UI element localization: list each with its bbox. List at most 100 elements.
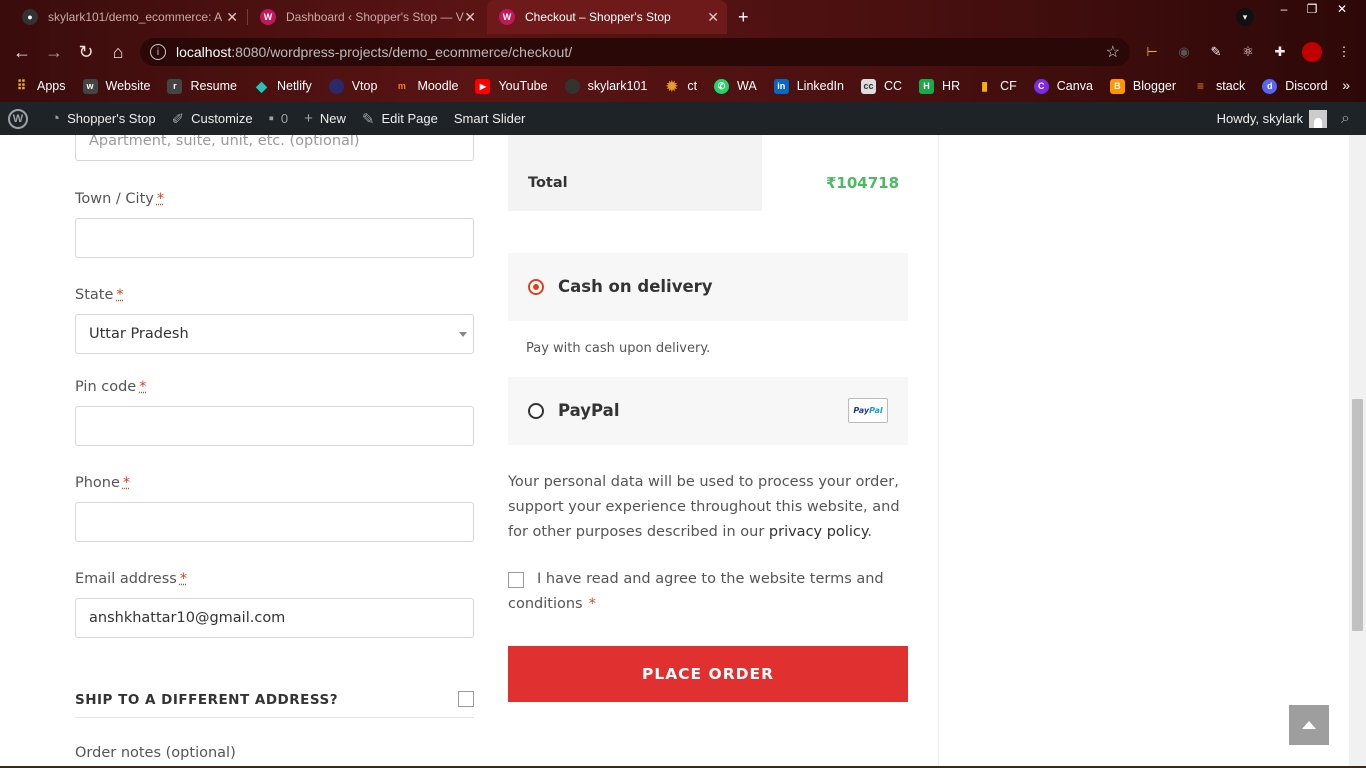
bookmarks-overflow-icon[interactable]: » (1342, 77, 1350, 93)
ship-different-heading[interactable]: SHIP TO A DIFFERENT ADDRESS? (75, 692, 338, 708)
user-avatar[interactable] (1309, 109, 1328, 128)
profile-avatar[interactable] (1302, 42, 1322, 62)
apartment-input[interactable]: Apartment, suite, unit, etc. (optional) (75, 135, 474, 161)
wp-edit-page[interactable]: ✎ Edit Page (362, 110, 438, 128)
site-info-icon[interactable]: i (150, 44, 166, 60)
browser-menu-icon[interactable]: ⋮ (1334, 42, 1354, 62)
wp-admin-bar: W ◔ Shopper's Stop ✐ Customize ▪ 0 + New ✎ Ed… (0, 102, 1366, 135)
bookmark-hr[interactable]: H HR (919, 78, 960, 94)
state-label: State * (75, 287, 124, 303)
extension-icon[interactable]: ✎ (1206, 42, 1226, 62)
wordpress-icon: W (260, 9, 276, 25)
toolbar: ← → ↻ ⌂ i localhost:8080/wordpress-proje… (0, 34, 1366, 70)
terms-label[interactable]: I have read and agree to the website ter… (508, 567, 908, 617)
bookmark-star-icon[interactable]: ☆ (1106, 42, 1120, 62)
netlify-icon: ◆ (256, 77, 267, 94)
privacy-policy-link[interactable]: privacy policy (769, 524, 867, 540)
bookmark-resume[interactable]: r Resume (167, 78, 237, 94)
browser-tab-checkout[interactable]: W Checkout – Shopper's Stop ✕ (487, 0, 727, 34)
paypal-logo-icon: Pay Pal (848, 398, 888, 423)
bookmark-ct[interactable]: ✹ ct (664, 78, 697, 94)
scrollbar-thumb[interactable] (1352, 399, 1363, 631)
extension-icon[interactable]: ⊢ (1142, 42, 1162, 62)
cod-radio[interactable] (528, 279, 544, 295)
website-icon: w (82, 78, 98, 94)
wp-customize[interactable]: ✐ Customize (172, 110, 253, 128)
howdy-user[interactable]: Howdy, skylark (1217, 111, 1303, 126)
state-select[interactable]: Uttar Pradesh (75, 314, 474, 354)
react-devtools-icon[interactable]: ⚛ (1238, 42, 1258, 62)
tab-title: Checkout – Shopper's Stop (525, 10, 671, 24)
bookmark-moodle[interactable]: m Moodle (394, 79, 459, 94)
url-text: localhost:8080/wordpress-projects/demo_e… (176, 44, 573, 60)
bookmark-netlify[interactable]: ◆ Netlify (254, 77, 312, 94)
payment-option-cod[interactable]: Cash on delivery (508, 253, 908, 321)
whatsapp-icon: ✆ (714, 78, 730, 94)
bookmark-blogger[interactable]: B Blogger (1109, 78, 1176, 94)
close-window-button[interactable]: ✕ (1326, 0, 1358, 18)
back-icon[interactable]: ← (10, 40, 34, 64)
hackerrank-icon: H (919, 78, 935, 94)
new-tab-button[interactable]: + (728, 0, 760, 34)
bookmark-stack[interactable]: ≡ stack (1193, 79, 1245, 94)
wp-smart-slider[interactable]: Smart Slider (454, 111, 526, 126)
bookmark-cf[interactable]: ▮ CF (977, 79, 1016, 94)
stackoverflow-icon: ≡ (1197, 79, 1205, 93)
extensions-puzzle-icon[interactable]: ✚ (1270, 42, 1290, 62)
github-icon: ● (22, 9, 38, 25)
order-total-row (508, 135, 762, 211)
paypal-radio[interactable] (528, 403, 544, 419)
town-city-input[interactable] (75, 218, 474, 258)
phone-input[interactable] (75, 502, 474, 542)
reload-icon[interactable]: ↻ (74, 40, 98, 64)
codeforces-icon: ▮ (981, 79, 988, 93)
bookmark-website[interactable]: w Website (82, 78, 150, 94)
profile-menu-icon[interactable]: ▾ (1236, 8, 1254, 26)
arrow-up-icon (1302, 721, 1316, 729)
email-input[interactable]: anshkhattar10@gmail.com (75, 598, 474, 638)
bookmark-canva[interactable]: C Canva (1033, 78, 1093, 94)
paypal-label: PayPal (558, 401, 620, 420)
comment-icon: ▪ (268, 110, 274, 127)
pin-code-input[interactable] (75, 406, 474, 446)
bookmark-skylark101[interactable]: skylark101 (564, 78, 647, 94)
ship-different-checkbox[interactable] (458, 691, 474, 707)
payment-option-paypal[interactable]: PayPal Pay Pal (508, 377, 908, 445)
codechef-icon: cc (860, 78, 876, 94)
bookmark-apps[interactable]: ⠿ Apps (14, 78, 66, 94)
close-tab-icon[interactable]: ✕ (464, 9, 476, 26)
paintbrush-icon: ✐ (171, 110, 185, 128)
scroll-to-top-button[interactable] (1289, 705, 1329, 745)
wp-comments[interactable]: ▪ 0 (269, 110, 289, 127)
discord-icon: d (1262, 78, 1278, 94)
email-label: Email address * (75, 571, 188, 587)
bookmark-wa[interactable]: ✆ WA (714, 78, 757, 94)
minimize-button[interactable]: – (1270, 0, 1298, 18)
search-icon[interactable]: ⌕ (1341, 110, 1350, 128)
bookmark-vtop[interactable]: Vtop (328, 78, 377, 94)
bookmark-linkedin[interactable]: in LinkedIn (773, 78, 844, 94)
browser-tab-github[interactable]: ● skylark101/demo_ecommerce: A ✕ (10, 0, 246, 34)
vtop-icon (328, 78, 344, 94)
close-tab-icon[interactable]: ✕ (226, 9, 238, 26)
youtube-icon: ▶ (475, 78, 491, 94)
forward-icon[interactable]: → (42, 40, 66, 64)
address-bar[interactable]: i localhost:8080/wordpress-projects/demo… (140, 38, 1130, 66)
place-order-button[interactable]: PLACE ORDER (508, 646, 908, 702)
restore-button[interactable]: ❐ (1298, 0, 1326, 18)
terms-checkbox[interactable] (508, 572, 524, 588)
wordpress-icon: W (499, 9, 515, 25)
wp-logo-button[interactable]: W (8, 108, 35, 129)
wp-site-name[interactable]: ◔ Shopper's Stop (51, 110, 156, 127)
home-icon[interactable]: ⌂ (106, 40, 130, 64)
bookmark-discord[interactable]: d Discord (1262, 78, 1328, 94)
pin-label: Pin code * (75, 379, 147, 395)
bookmark-cc[interactable]: cc CC (860, 78, 902, 94)
bookmark-youtube[interactable]: ▶ YouTube (475, 78, 548, 94)
browser-tab-dashboard[interactable]: W Dashboard ‹ Shopper's Stop — V ✕ (248, 0, 484, 34)
phone-label: Phone * (75, 475, 131, 491)
page-scrollbar[interactable] (1349, 135, 1366, 768)
close-tab-icon[interactable]: ✕ (707, 9, 719, 26)
wp-new[interactable]: + New (304, 110, 346, 127)
extension-icon[interactable]: ◉ (1174, 42, 1194, 62)
